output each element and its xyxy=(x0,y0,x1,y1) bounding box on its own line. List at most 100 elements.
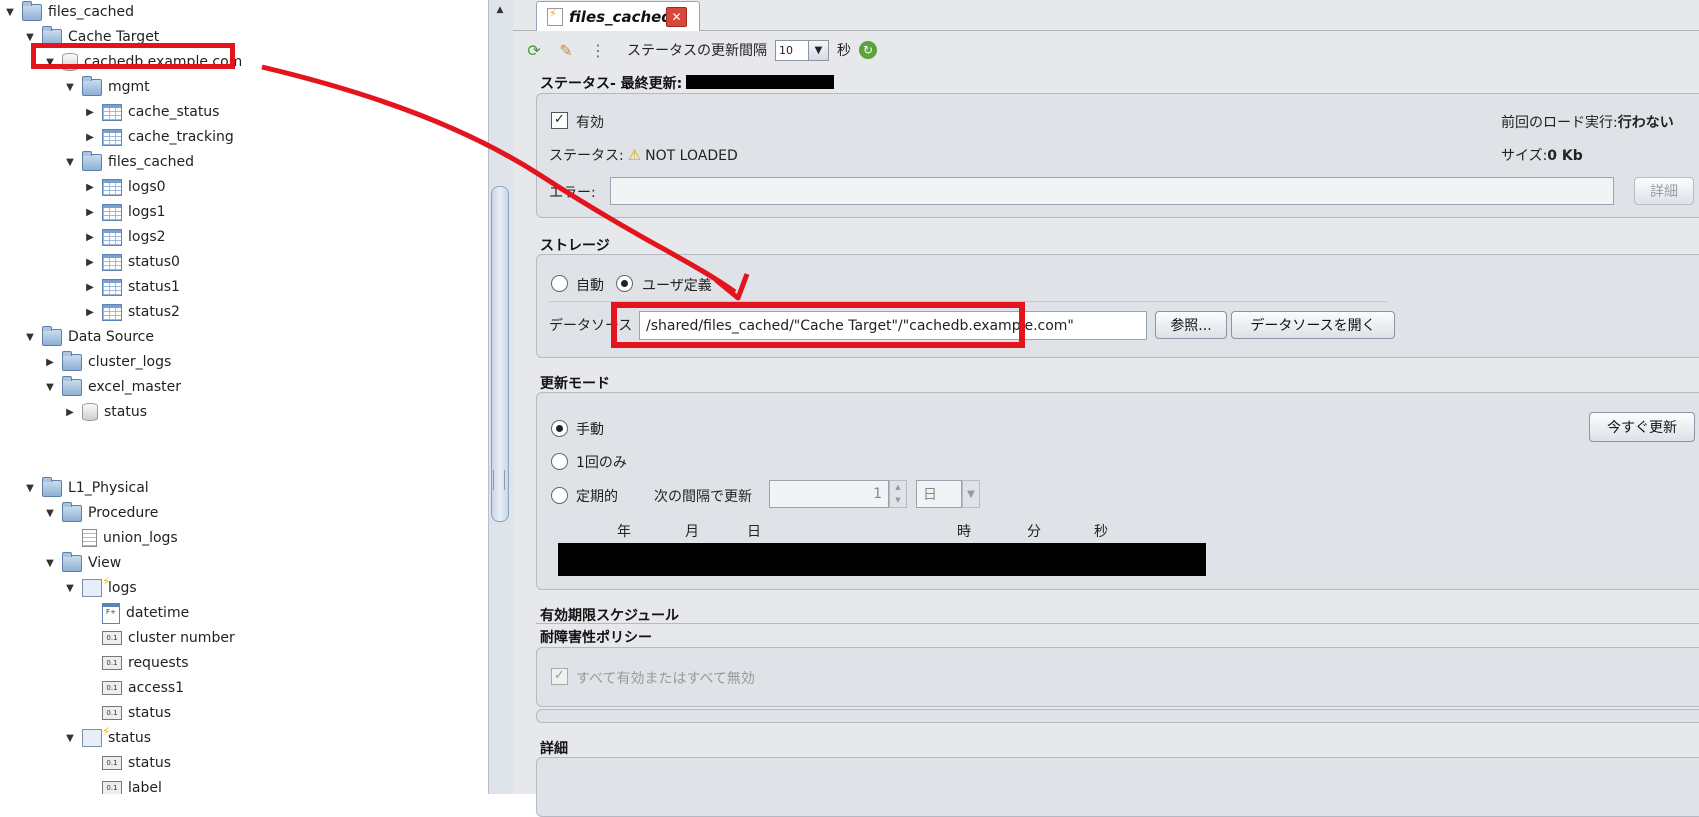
browse-button[interactable]: 参照... xyxy=(1155,311,1227,339)
collapse-toggle-icon[interactable]: ▶ xyxy=(84,231,96,243)
expand-toggle-icon[interactable]: ▼ xyxy=(24,331,36,343)
open-datasource-button[interactable]: データソースを開く xyxy=(1231,311,1395,339)
tree-item[interactable]: 0.1 status xyxy=(84,702,171,724)
auto-radio[interactable] xyxy=(551,275,568,292)
collapse-toggle-icon[interactable]: ▶ xyxy=(84,306,96,318)
all-toggle-checkbox[interactable]: ✓ xyxy=(551,668,568,685)
database-icon xyxy=(82,403,98,421)
manual-radio[interactable] xyxy=(551,420,568,437)
expand-toggle-icon[interactable]: ▼ xyxy=(44,381,56,393)
tree-item[interactable]: ▼ logs xyxy=(64,575,137,599)
expand-toggle-icon[interactable]: ▼ xyxy=(4,6,16,18)
reload-icon[interactable]: ⟳ xyxy=(523,39,545,61)
auto-label: 自動 xyxy=(576,278,604,294)
tree-item[interactable]: ▼ status xyxy=(64,725,151,749)
tab-files-cached[interactable]: files_cached ✕ xyxy=(536,1,700,31)
collapse-toggle-icon[interactable]: ▶ xyxy=(84,181,96,193)
dependency-icon[interactable]: ⋮ xyxy=(587,39,609,61)
fault-tolerance-footer xyxy=(536,709,1699,723)
close-icon[interactable]: ✕ xyxy=(666,7,687,27)
clear-cache-icon[interactable]: ✎ xyxy=(555,39,577,61)
refresh-icon[interactable]: ↻ xyxy=(859,41,877,59)
interval-select[interactable]: 10 xyxy=(775,39,809,61)
status-group: ✓ 有効 前回のロード実行:行わない ステータス: ⚠ NOT LOADED サイズ… xyxy=(536,93,1699,218)
tree-item-label: logs1 xyxy=(128,204,166,220)
collapse-toggle-icon[interactable]: ▶ xyxy=(84,206,96,218)
tree-scrollbar[interactable]: ▲ xyxy=(488,0,514,794)
collapse-toggle-icon[interactable]: ▶ xyxy=(84,131,96,143)
tree-item-label: label xyxy=(128,780,162,794)
splitter-grip[interactable] xyxy=(493,470,505,490)
expand-toggle-icon[interactable]: ▼ xyxy=(64,156,76,168)
tree-item-label: files_cached xyxy=(48,4,134,20)
tree-item[interactable]: ▼ mgmt xyxy=(64,75,150,98)
expand-toggle-icon[interactable]: ▼ xyxy=(64,582,76,594)
chevron-down-icon[interactable]: ▼ xyxy=(809,39,829,61)
tree-item[interactable]: ▼ files_cached xyxy=(64,150,194,173)
tree-item[interactable]: ▼ files_cached xyxy=(4,0,134,23)
status-value: NOT LOADED xyxy=(645,148,738,164)
tree-item-label: mgmt xyxy=(108,79,150,95)
time-header-day: 日 xyxy=(747,524,761,540)
expand-toggle-icon[interactable]: ▼ xyxy=(64,81,76,93)
tree-item[interactable]: 0.1 access1 xyxy=(84,677,184,699)
table-icon xyxy=(102,303,122,321)
periodic-unit-select[interactable]: 日 xyxy=(916,480,962,508)
time-header-hour: 時 xyxy=(957,524,971,540)
periodic-interval-field[interactable]: 1 xyxy=(769,480,889,508)
expand-toggle-icon[interactable]: ▼ xyxy=(24,31,36,43)
tree-item[interactable]: ▼ excel_master xyxy=(44,375,181,398)
expand-toggle-icon[interactable]: ▼ xyxy=(64,732,76,744)
tree-item[interactable]: 0.1 requests xyxy=(84,652,189,674)
enabled-label: 有効 xyxy=(576,115,604,131)
toolbar: ⟳ ✎ ⋮ ステータスの更新間隔 10 ▼ 秒 ↻ xyxy=(513,31,1699,69)
periodic-radio[interactable] xyxy=(551,487,568,504)
collapse-toggle-icon[interactable]: ▶ xyxy=(64,406,76,418)
tree-item[interactable]: ▼ Data Source xyxy=(24,325,154,348)
error-field[interactable] xyxy=(610,177,1614,205)
tree-item[interactable]: ▼ Procedure xyxy=(44,501,158,524)
collapse-toggle-icon[interactable]: ▶ xyxy=(84,106,96,118)
expand-toggle-icon[interactable]: ▼ xyxy=(24,482,36,494)
tree-item[interactable]: ▶ status2 xyxy=(84,301,180,323)
tree-item[interactable]: ▶ cache_status xyxy=(84,101,219,123)
scroll-up-icon[interactable]: ▲ xyxy=(492,2,508,18)
tree-item[interactable]: ▶ logs1 xyxy=(84,201,166,223)
expand-toggle-icon[interactable]: ▼ xyxy=(44,507,56,519)
details-group xyxy=(536,757,1699,817)
chevron-down-icon[interactable]: ▼ xyxy=(962,480,980,508)
expand-toggle-icon[interactable]: ▼ xyxy=(44,557,56,569)
folder-icon xyxy=(62,375,82,396)
tree-item[interactable]: 0.1 cluster number xyxy=(84,627,235,649)
tree-item[interactable]: union_logs xyxy=(64,527,178,549)
document-icon xyxy=(82,529,97,547)
tree-item[interactable]: ▶ cache_tracking xyxy=(84,126,234,148)
collapse-toggle-icon[interactable]: ▶ xyxy=(84,256,96,268)
tree-item[interactable]: ▼ L1_Physical xyxy=(24,476,149,499)
user-defined-radio[interactable] xyxy=(616,275,633,292)
collapse-toggle-icon[interactable]: ▶ xyxy=(44,356,56,368)
resource-tree[interactable]: ▼ files_cached ▼ Cache Target ▼ cachedb.examp… xyxy=(0,0,488,794)
tree-item-label: files_cached xyxy=(108,154,194,170)
folder-icon xyxy=(42,476,62,497)
tree-item-label: cluster_logs xyxy=(88,354,172,370)
tree-item[interactable]: ▶ status0 xyxy=(84,251,180,273)
enabled-checkbox[interactable]: ✓ xyxy=(551,112,568,129)
collapse-toggle-icon[interactable]: ▶ xyxy=(84,281,96,293)
tree-item[interactable]: ▶ status xyxy=(64,401,147,423)
detail-button[interactable]: 詳細 xyxy=(1634,177,1694,205)
tree-item[interactable]: 0.1 label xyxy=(84,777,162,794)
refresh-now-button[interactable]: 今すぐ更新 xyxy=(1589,412,1695,442)
tree-item[interactable]: 0.1 status xyxy=(84,752,171,774)
tree-item[interactable]: ▼ View xyxy=(44,551,121,574)
tree-item[interactable]: ▶ status1 xyxy=(84,276,180,298)
once-radio[interactable] xyxy=(551,453,568,470)
expiry-section-title: 有効期限スケジュール xyxy=(540,608,680,624)
tree-item[interactable]: ▶ cluster_logs xyxy=(44,350,172,373)
tree-item[interactable]: ▶ logs0 xyxy=(84,176,166,198)
size-row: サイズ:0 Kb xyxy=(1501,145,1583,165)
last-load-label: 前回のロード実行: xyxy=(1501,115,1618,131)
tree-item[interactable]: F+ datetime xyxy=(84,602,189,624)
stepper-icon[interactable]: ▲ ▼ xyxy=(889,480,907,508)
tree-item[interactable]: ▶ logs2 xyxy=(84,226,166,248)
